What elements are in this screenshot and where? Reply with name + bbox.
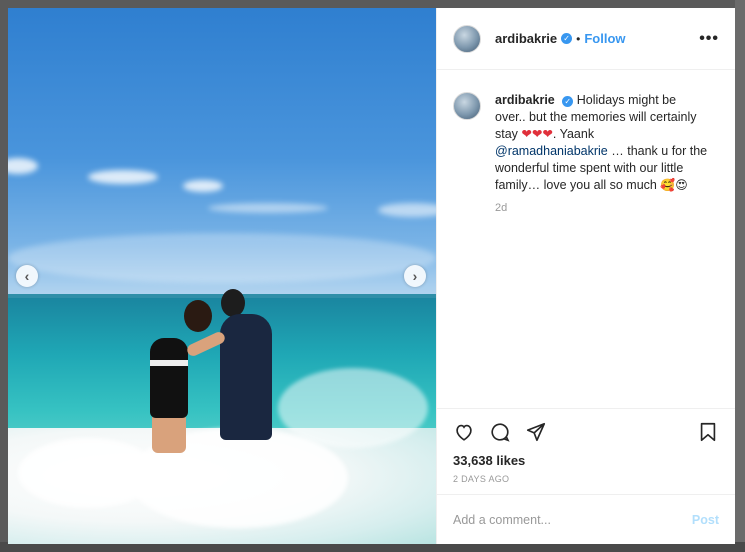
caption-body-2: . Yaank [552,127,595,141]
carousel-next-button[interactable]: › [404,265,426,287]
caption-username[interactable]: ardibakrie [495,93,555,107]
cloud [88,170,158,184]
bookmark-icon[interactable] [697,421,719,443]
cloud [8,233,436,283]
caption-text: ardibakrie ✓ Holidays might be over.. bu… [495,92,710,194]
post-photo[interactable]: ‹ › [8,8,436,544]
woman-legs [152,413,186,453]
carousel-prev-button[interactable]: ‹ [16,265,38,287]
post-modal: ‹ › ardibakrie ✓ • Follow ••• ardibakrie… [8,8,735,544]
more-options-icon[interactable]: ••• [699,30,719,48]
hearts-emoji: ❤❤❤ [521,127,553,141]
man-head [221,289,245,317]
post-header: ardibakrie ✓ • Follow ••• [437,8,735,70]
username-link[interactable]: ardibakrie [495,31,557,46]
swimsuit-stripe [150,360,188,366]
cloud [208,203,328,213]
heart-icon[interactable] [453,421,475,443]
action-section: 33,638 likes 2 DAYS AGO [437,408,735,494]
verified-badge-icon: ✓ [562,96,574,107]
share-icon[interactable] [525,421,547,443]
separator: • [576,31,581,46]
likes-count[interactable]: 33,638 likes [453,453,719,468]
woman-figure [150,338,188,418]
cloud [183,180,223,192]
man-figure [220,314,272,440]
post-side-panel: ardibakrie ✓ • Follow ••• ardibakrie ✓ H… [436,8,735,544]
comment-icon[interactable] [489,421,511,443]
follow-button[interactable]: Follow [584,31,625,46]
action-icons [453,419,719,445]
avatar[interactable] [453,24,481,53]
verified-badge-icon: ✓ [561,33,573,44]
caption-avatar[interactable] [453,92,481,120]
comment-input[interactable] [453,512,692,527]
posted-time: 2 DAYS AGO [453,474,510,484]
caption-timestamp: 2d [495,202,508,214]
mention-link[interactable]: @ramadhaniabakrie [495,144,608,158]
post-comment-button[interactable]: Post [692,513,719,527]
woman-head [184,300,212,332]
cloud [378,203,436,217]
caption-row: ardibakrie ✓ Holidays might be over.. bu… [453,92,719,194]
caption-section: ardibakrie ✓ Holidays might be over.. bu… [437,70,735,408]
comment-bar: Post [437,494,735,544]
caption-emojis: 🥰😍 [660,178,688,192]
backdrop-right [735,0,745,552]
cloud [8,158,38,174]
